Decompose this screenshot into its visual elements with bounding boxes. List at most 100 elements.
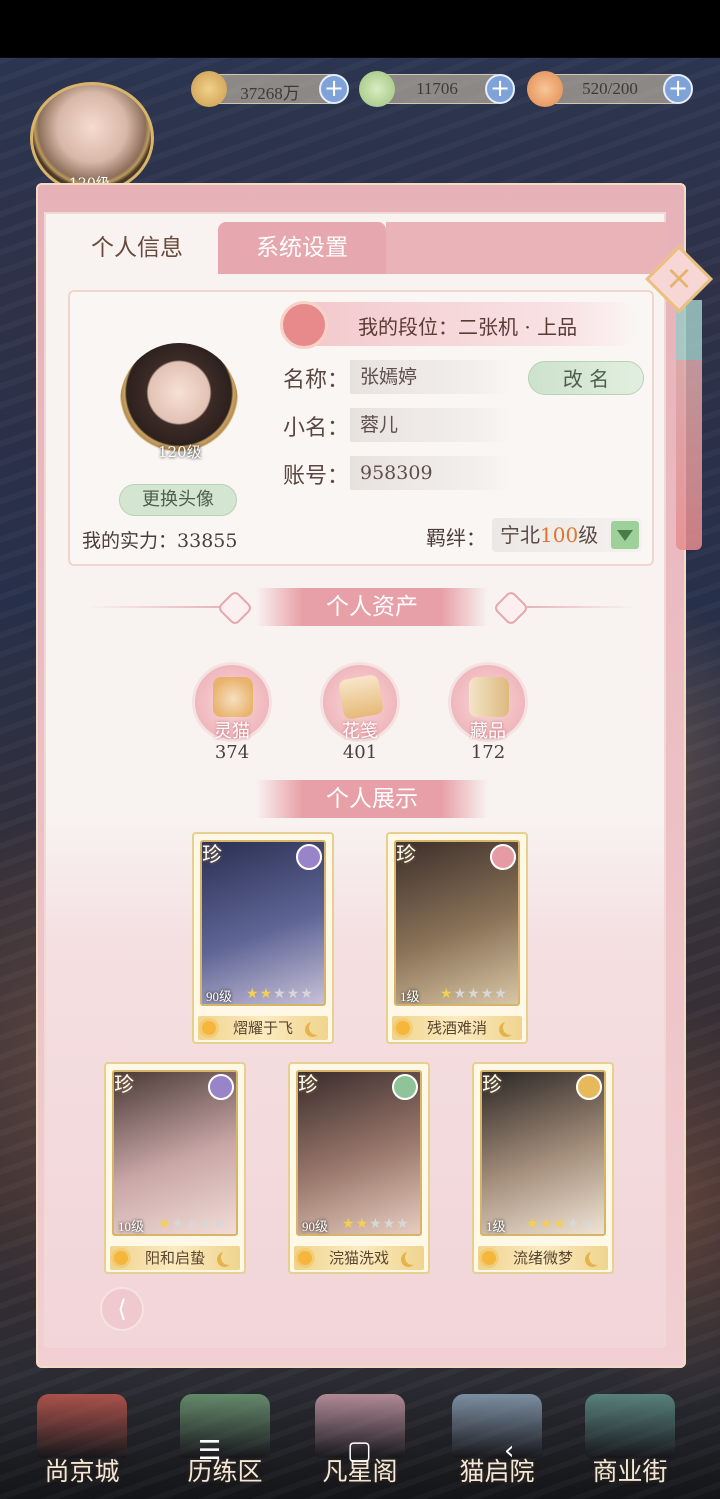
close-icon: × bbox=[664, 258, 694, 298]
cat-icon bbox=[213, 677, 253, 717]
card-stars: ★★★★★ bbox=[158, 1216, 226, 1232]
collection-book-icon bbox=[469, 677, 509, 717]
card-level: 90级 bbox=[206, 989, 233, 1004]
rarity-label: 珍 bbox=[202, 842, 222, 866]
chevron-down-icon[interactable] bbox=[611, 521, 639, 549]
moon-icon bbox=[309, 1020, 324, 1035]
resource-value: 37268万 bbox=[240, 84, 300, 103]
resource-value: 520/200 bbox=[582, 79, 638, 98]
card-level: 1级 bbox=[400, 989, 420, 1004]
bond-level-unit: 级 bbox=[578, 523, 599, 547]
moon-icon bbox=[405, 1250, 420, 1265]
asset-label: 花笺 bbox=[342, 721, 378, 742]
system-home-button[interactable]: ▢ bbox=[347, 1436, 372, 1466]
resource-value: 11706 bbox=[416, 79, 458, 98]
nickname-value: 蓉儿 bbox=[350, 408, 510, 442]
star-icon: ★ bbox=[396, 1216, 410, 1232]
card-stars: ★★★★★ bbox=[526, 1216, 594, 1232]
star-icon: ★ bbox=[369, 1216, 383, 1232]
account-value: 958309 bbox=[350, 456, 510, 490]
star-icon: ★ bbox=[300, 986, 314, 1002]
element-badge-icon bbox=[296, 844, 322, 870]
element-badge-icon bbox=[576, 1074, 602, 1100]
power-value: 33855 bbox=[177, 530, 238, 552]
showcase-card[interactable]: 珍 10级 ★★★★★ 阳和启蛰 bbox=[104, 1062, 246, 1274]
nav-item-cat-house[interactable]: 猫启院 bbox=[427, 1380, 567, 1499]
paw-coin-icon bbox=[191, 71, 227, 107]
rename-button[interactable]: 改 名 bbox=[528, 361, 644, 395]
nav-label: 尚京城 bbox=[44, 1457, 120, 1486]
change-avatar-button[interactable]: 更换头像 bbox=[119, 484, 237, 516]
account-label: 账号： bbox=[283, 464, 350, 489]
tab-system-settings[interactable]: 系统设置 bbox=[218, 222, 386, 274]
card-stars: ★★★★★ bbox=[440, 986, 508, 1002]
bond-level-number: 100 bbox=[540, 523, 579, 547]
star-icon: ★ bbox=[440, 986, 454, 1002]
asset-count: 172 bbox=[470, 742, 506, 763]
nav-label: 历练区 bbox=[187, 1457, 263, 1486]
card-stars: ★★★★★ bbox=[342, 1216, 410, 1232]
star-icon: ★ bbox=[355, 1216, 370, 1232]
star-icon: ★ bbox=[246, 986, 260, 1002]
lotus-rank-icon bbox=[280, 301, 328, 349]
sun-icon bbox=[298, 1251, 312, 1265]
sun-icon bbox=[114, 1251, 128, 1265]
star-icon: ★ bbox=[286, 986, 301, 1002]
sun-icon bbox=[202, 1021, 216, 1035]
showcase-card[interactable]: 珍 90级 ★★★★★ 熠耀于飞 bbox=[192, 832, 334, 1044]
star-icon: ★ bbox=[273, 986, 287, 1002]
bond-label: 羁绊： bbox=[426, 526, 486, 550]
sun-icon bbox=[482, 1251, 496, 1265]
moon-icon bbox=[589, 1250, 604, 1265]
element-badge-icon bbox=[392, 1074, 418, 1100]
nav-item-training-area[interactable]: 历练区 bbox=[155, 1380, 295, 1499]
rarity-label: 珍 bbox=[396, 842, 416, 866]
star-icon: ★ bbox=[480, 986, 495, 1002]
star-icon: ★ bbox=[494, 986, 508, 1002]
asset-collection[interactable]: 藏品 bbox=[448, 662, 528, 742]
share-button[interactable]: ⟨ bbox=[100, 1287, 144, 1331]
name-label: 名称： bbox=[283, 368, 350, 393]
star-icon: ★ bbox=[467, 986, 481, 1002]
card-level: 90级 bbox=[302, 1219, 329, 1234]
tab-personal-info[interactable]: 个人信息 bbox=[58, 222, 216, 274]
resource-paw-coin: 37268万 + bbox=[191, 71, 349, 107]
resource-stamina: 520/200 + bbox=[527, 71, 693, 107]
system-back-button[interactable]: ‹ bbox=[504, 1436, 514, 1466]
flower-note-icon bbox=[337, 673, 385, 721]
rarity-label: 珍 bbox=[298, 1072, 318, 1096]
nav-item-commerce-street[interactable]: 商业街 bbox=[560, 1380, 700, 1499]
showcase-card[interactable]: 珍 90级 ★★★★★ 浣猫洗戏 bbox=[288, 1062, 430, 1274]
element-badge-icon bbox=[208, 1074, 234, 1100]
asset-flower-notes[interactable]: 花笺 bbox=[320, 662, 400, 742]
asset-label: 灵猫 bbox=[214, 721, 250, 742]
showcase-card[interactable]: 珍 1级 ★★★★★ 流绪微梦 bbox=[472, 1062, 614, 1274]
star-icon: ★ bbox=[539, 1216, 554, 1232]
card-stars: ★★★★★ bbox=[246, 986, 314, 1002]
add-stamina-button[interactable]: + bbox=[663, 74, 693, 104]
add-paw-coin-button[interactable]: + bbox=[319, 74, 349, 104]
bond-partner: 宁北 bbox=[500, 523, 540, 547]
nickname-label: 小名： bbox=[283, 416, 350, 441]
rarity-label: 珍 bbox=[114, 1072, 134, 1096]
player-avatar-top[interactable]: 120级 bbox=[30, 82, 154, 194]
star-icon: ★ bbox=[342, 1216, 356, 1232]
card-level: 1级 bbox=[486, 1219, 506, 1234]
moon-icon bbox=[503, 1020, 518, 1035]
asset-count: 401 bbox=[342, 742, 378, 763]
add-jade-button[interactable]: + bbox=[485, 74, 515, 104]
profile-avatar[interactable]: 120级 bbox=[120, 343, 238, 461]
star-icon: ★ bbox=[526, 1216, 540, 1232]
sun-icon bbox=[396, 1021, 410, 1035]
power-label: 我的实力： bbox=[82, 530, 178, 552]
assets-title: 个人资产 bbox=[256, 588, 488, 626]
asset-cats[interactable]: 灵猫 bbox=[192, 662, 272, 742]
star-icon: ★ bbox=[580, 1216, 594, 1232]
star-icon: ★ bbox=[185, 1216, 199, 1232]
showcase-card[interactable]: 珍 1级 ★★★★★ 残酒难消 bbox=[386, 832, 528, 1044]
star-icon: ★ bbox=[158, 1216, 172, 1232]
showcase-title: 个人展示 bbox=[256, 780, 488, 818]
tab-bar-fill bbox=[386, 222, 666, 274]
nav-item-shangjing-city[interactable]: 尚京城 bbox=[12, 1380, 152, 1499]
system-menu-button[interactable]: ☰ bbox=[198, 1436, 221, 1466]
